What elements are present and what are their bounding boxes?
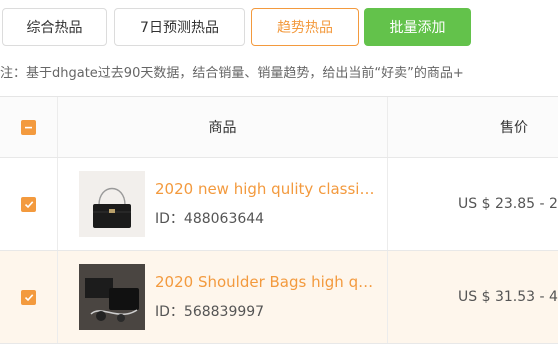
product-cell: 2020 Shoulder Bags high q… ID：568839997 (58, 251, 388, 343)
hot-products-panel: 综合热品 7日预测热品 趋势热品 批量添加 注：基于dhgate过去90天数据，… (0, 0, 558, 347)
product-thumbnail[interactable] (79, 171, 145, 237)
header-product-label: 商品 (208, 120, 237, 136)
header-price: 售价 (388, 97, 558, 157)
overall-hot-button[interactable]: 综合热品 (2, 8, 107, 46)
table-header-row: 商品 售价 (0, 97, 558, 158)
product-table: 商品 售价 2020 new high qulity classic… ID：4… (0, 96, 558, 344)
row-check-cell (0, 158, 58, 250)
forecast-7day-hot-button[interactable]: 7日预测热品 (114, 8, 245, 46)
product-title-link[interactable]: 2020 Shoulder Bags high q… (155, 273, 381, 291)
price-cell: US $ 31.53 - 4 (388, 251, 558, 343)
trend-hot-button[interactable]: 趋势热品 (251, 8, 359, 46)
product-cell: 2020 new high qulity classic… ID：4880636… (58, 158, 388, 250)
data-source-note: 注：基于dhgate过去90天数据，结合销量、销量趋势，给出当前“好卖”的商品+ (0, 66, 464, 81)
batch-add-button[interactable]: 批量添加 (364, 8, 471, 46)
table-row: 2020 Shoulder Bags high q… ID：568839997 … (0, 251, 558, 344)
product-title-link[interactable]: 2020 new high qulity classic… (155, 180, 381, 198)
table-row: 2020 new high qulity classic… ID：4880636… (0, 158, 558, 251)
header-product: 商品 (58, 97, 388, 157)
header-price-label: 售价 (500, 120, 528, 136)
product-price: US $ 31.53 - 4 (458, 289, 558, 305)
product-thumbnail[interactable] (79, 264, 145, 330)
product-id: ID：488063644 (155, 211, 265, 227)
row-checkbox[interactable] (21, 289, 36, 305)
product-id: ID：568839997 (155, 304, 265, 320)
checkmark-icon (24, 200, 33, 208)
row-check-cell (0, 251, 58, 343)
checkmark-icon (24, 293, 33, 301)
select-all-checkbox[interactable] (21, 119, 36, 135)
minus-icon (25, 126, 32, 128)
product-price: US $ 23.85 - 2 (458, 196, 558, 212)
header-check-cell (0, 97, 58, 157)
row-checkbox[interactable] (21, 196, 36, 212)
price-cell: US $ 23.85 - 2 (388, 158, 558, 250)
